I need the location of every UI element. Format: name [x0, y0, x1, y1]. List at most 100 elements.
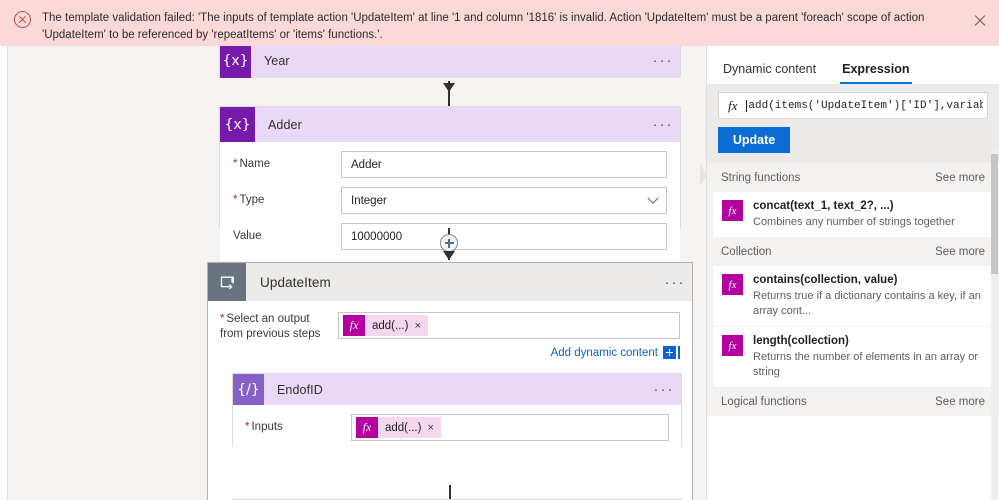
- field-label-name: * Name: [233, 157, 341, 172]
- token-label: add(...): [372, 319, 409, 332]
- panel-scrollbar-thumb[interactable]: [991, 154, 998, 274]
- chevron-down-icon: [647, 192, 659, 204]
- card-endofid-menu-button[interactable]: ···: [647, 381, 681, 398]
- type-select[interactable]: Integer: [341, 187, 667, 214]
- panel-tabs: Dynamic content Expression: [707, 46, 999, 84]
- field-label-type-text: Type: [239, 194, 265, 206]
- connector-arrow-adder-updateitem: [443, 251, 455, 260]
- field-row-select-output: * Select an output from previous steps fx…: [220, 312, 680, 342]
- card-endofid[interactable]: {/} EndofID ··· * Inputs fx add(...) ×: [232, 373, 682, 451]
- card-adder-menu-button[interactable]: ···: [646, 116, 680, 133]
- variable-icon: {x}: [220, 46, 251, 78]
- select-output-label-line2: from previous steps: [220, 328, 321, 340]
- card-year-title: Year: [264, 53, 290, 68]
- expression-panel: Dynamic content Expression fx add(items(…: [700, 46, 999, 500]
- function-group-header-string: String functions See more: [707, 163, 999, 192]
- card-year-header[interactable]: {x} Year ···: [220, 46, 680, 78]
- fx-icon: fx: [343, 315, 365, 336]
- card-year-menu-button[interactable]: ···: [646, 52, 680, 69]
- list-item[interactable]: fx concat(text_1, text_2?, ...) Combines…: [713, 192, 993, 237]
- card-year[interactable]: {x} Year ···: [219, 46, 681, 78]
- card-adder[interactable]: {x} Adder ··· * Name Adder * Type Integer: [219, 106, 681, 261]
- variable-icon: {x}: [220, 107, 255, 142]
- see-more-link[interactable]: See more: [935, 396, 985, 408]
- name-input[interactable]: Adder: [341, 151, 667, 178]
- card-updateitem-scope[interactable]: UpdateItem ··· * Select an output from pr…: [207, 262, 693, 500]
- function-signature: length(collection): [753, 335, 849, 347]
- see-more-link[interactable]: See more: [935, 246, 985, 258]
- value-input[interactable]: 10000000: [341, 223, 667, 250]
- function-signature: contains(collection, value): [753, 274, 898, 286]
- update-button[interactable]: Update: [718, 127, 790, 153]
- token-remove-button[interactable]: ×: [414, 320, 427, 332]
- canvas-left-divider: [7, 46, 8, 500]
- add-dynamic-content-icon[interactable]: [663, 346, 676, 359]
- error-close-button[interactable]: [969, 10, 991, 32]
- function-description: Combines any number of strings together: [753, 216, 955, 228]
- card-updateitem-menu-button[interactable]: ···: [658, 274, 692, 291]
- card-updateitem-title: UpdateItem: [260, 274, 331, 290]
- function-group-header-logical: Logical functions See more: [707, 387, 999, 416]
- expression-input-box[interactable]: fx add(items('UpdateItem')['ID'],variabl…: [718, 92, 988, 119]
- function-text: concat(text_1, text_2?, ...) Combines an…: [753, 199, 955, 230]
- select-output-label-line1: Select an output: [226, 313, 310, 325]
- card-adder-title: Adder: [268, 117, 302, 132]
- card-endofid-header[interactable]: {/} EndofID ···: [233, 374, 681, 405]
- expression-input[interactable]: add(items('UpdateItem')['ID'],variables(…: [746, 99, 983, 112]
- function-group-title: String functions: [721, 172, 801, 184]
- expression-token-chip[interactable]: fx add(...) ×: [343, 315, 428, 336]
- field-row-inputs: * Inputs fx add(...) ×: [245, 414, 669, 441]
- token-label: add(...): [385, 421, 422, 434]
- power-automate-flow-designer: The template validation failed: 'The inp…: [0, 0, 999, 500]
- add-dynamic-content-link[interactable]: Add dynamic content: [551, 347, 658, 359]
- field-label-inputs: * Inputs: [245, 420, 351, 435]
- expression-editor-area: fx add(items('UpdateItem')['ID'],variabl…: [707, 84, 999, 163]
- required-asterisk: *: [233, 158, 238, 170]
- list-item[interactable]: fx contains(collection, value) Returns t…: [713, 266, 993, 327]
- add-dynamic-content-row: Add dynamic content: [220, 346, 680, 359]
- field-row-name: * Name Adder: [233, 151, 667, 178]
- compose-icon: {/}: [233, 374, 264, 405]
- add-dynamic-content-caret: [678, 346, 680, 359]
- insert-step-button[interactable]: [440, 234, 458, 252]
- card-updateitem-body: * Select an output from previous steps fx…: [208, 312, 692, 500]
- tab-dynamic-content[interactable]: Dynamic content: [721, 62, 818, 84]
- card-endofid-body: * Inputs fx add(...) ×: [233, 405, 681, 451]
- card-adder-header[interactable]: {x} Adder ···: [220, 107, 680, 142]
- fx-icon: fx: [722, 200, 743, 221]
- function-group-header-collection: Collection See more: [707, 237, 999, 266]
- function-group-title: Collection: [721, 246, 772, 258]
- error-message: The template validation failed: 'The inp…: [42, 12, 925, 41]
- required-asterisk: *: [220, 313, 225, 325]
- flow-canvas: {x} Year ··· {x} Adder ··· *Name Adder: [0, 46, 999, 500]
- list-item[interactable]: fx length(collection) Returns the number…: [713, 327, 993, 387]
- fx-icon: fx: [728, 97, 738, 113]
- connector-arrow-year-adder: [443, 83, 455, 92]
- function-list: String functions See more fx concat(text…: [707, 163, 999, 416]
- fx-icon: fx: [356, 417, 378, 438]
- expression-token-chip[interactable]: fx add(...) ×: [356, 417, 441, 438]
- field-label-type: * Type: [233, 193, 341, 208]
- card-updateitem-header[interactable]: UpdateItem ···: [208, 263, 692, 301]
- error-circle-x-icon: [14, 11, 31, 28]
- function-signature: concat(text_1, text_2?, ...): [753, 200, 894, 212]
- panel-collapse-handle[interactable]: [700, 164, 707, 186]
- inputs-input[interactable]: fx add(...) ×: [351, 414, 669, 441]
- tab-expression[interactable]: Expression: [840, 62, 912, 84]
- type-select-value: Integer: [351, 194, 387, 207]
- connector-endofid-convert: [449, 485, 451, 500]
- token-remove-button[interactable]: ×: [427, 422, 440, 434]
- foreach-loop-icon: [208, 263, 246, 301]
- required-asterisk: *: [245, 421, 250, 433]
- select-output-input[interactable]: fx add(...) ×: [338, 312, 680, 339]
- fx-icon: fx: [722, 335, 743, 356]
- required-asterisk: *: [233, 194, 238, 206]
- function-text: contains(collection, value) Returns true…: [753, 273, 983, 319]
- field-row-type: * Type Integer: [233, 187, 667, 214]
- error-banner: The template validation failed: 'The inp…: [0, 0, 999, 46]
- see-more-link[interactable]: See more: [935, 172, 985, 184]
- field-label-select-output: * Select an output from previous steps: [220, 312, 338, 342]
- function-group-title: Logical functions: [721, 396, 807, 408]
- field-label-name-text: Name: [239, 158, 271, 170]
- function-description: Returns true if a dictionary contains a …: [753, 290, 981, 317]
